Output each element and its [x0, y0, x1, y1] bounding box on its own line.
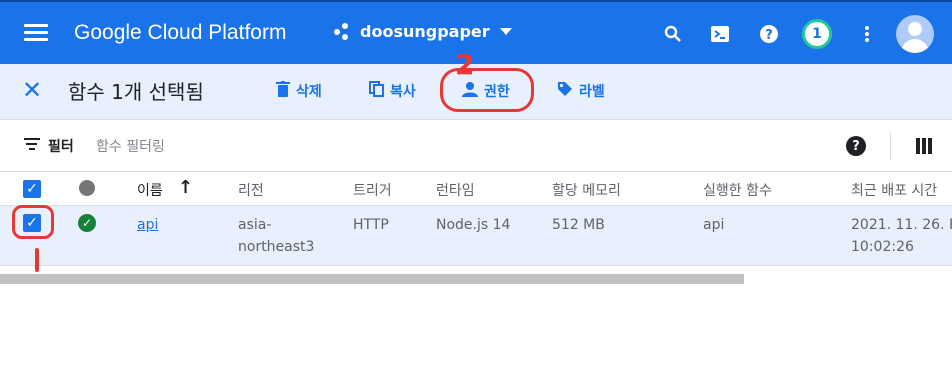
trash-icon — [276, 81, 290, 101]
region-line-1: asia- — [238, 217, 272, 233]
table-row[interactable]: ✓ api asia- northeast3 HTTP Node.js 14 5… — [0, 206, 952, 266]
labels-label: 라벨 — [579, 84, 605, 100]
filter-bar: 필터 함수 필터링 ? — [0, 120, 952, 172]
copy-icon — [369, 81, 384, 101]
column-header-region[interactable]: 리전 — [238, 180, 264, 200]
function-name-link[interactable]: api — [137, 214, 158, 236]
select-all-checkbox[interactable]: ✓ — [23, 180, 41, 198]
horizontal-scrollbar[interactable] — [0, 274, 744, 284]
column-header-executed-function[interactable]: 실행한 함수 — [703, 180, 772, 200]
status-header-icon — [79, 180, 95, 196]
copy-button[interactable]: 복사 — [369, 78, 416, 104]
labels-button[interactable]: 라벨 — [557, 78, 605, 104]
project-selector[interactable]: doosungpaper — [334, 22, 512, 41]
search-icon[interactable] — [661, 22, 685, 46]
label-tag-icon — [557, 81, 573, 101]
help-icon[interactable]: ? — [846, 136, 866, 156]
notification-badge[interactable]: 1 — [802, 19, 832, 49]
delete-label: 삭제 — [296, 84, 322, 100]
memory-cell: 512 MB — [552, 217, 605, 233]
menu-icon[interactable] — [24, 24, 48, 42]
table-header: ✓ 이름 리전 트리거 런타임 할당 메모리 실행한 함수 최근 배포 시간 — [0, 172, 952, 206]
svg-text:?: ? — [765, 28, 773, 43]
app-title[interactable]: Google Cloud Platform — [74, 21, 286, 45]
selection-action-bar: ✕ 함수 1개 선택됨 삭제 복사 권한 라벨 — [0, 64, 952, 120]
executed-function-cell: api — [703, 217, 725, 233]
column-header-trigger[interactable]: 트리거 — [353, 180, 392, 200]
column-header-last-deployed[interactable]: 최근 배포 시간 — [851, 180, 937, 200]
project-dots-icon — [334, 22, 352, 41]
check-circle-icon: ✓ — [78, 214, 96, 232]
column-header-memory[interactable]: 할당 메모리 — [552, 180, 621, 200]
runtime-cell: Node.js 14 — [436, 217, 511, 233]
deployed-line-1: 2021. 11. 26. P — [851, 217, 952, 233]
annotation-step-1 — [35, 248, 39, 272]
copy-label: 복사 — [390, 84, 416, 100]
help-icon[interactable]: ? — [757, 22, 781, 46]
region-cell: asia- northeast3 — [238, 214, 314, 258]
top-app-bar: Google Cloud Platform doosungpaper ? 1 — [0, 0, 952, 64]
terminal-icon[interactable] — [708, 22, 732, 46]
region-line-2: northeast3 — [238, 239, 315, 255]
trigger-cell: HTTP — [353, 217, 389, 233]
avatar[interactable] — [896, 15, 934, 53]
project-name: doosungpaper — [360, 22, 490, 41]
annotation-step-2: 2 — [455, 48, 475, 81]
deployed-line-2: 10:02:26 — [851, 239, 914, 255]
more-vert-icon[interactable] — [855, 22, 879, 46]
column-header-name[interactable]: 이름 — [137, 180, 163, 200]
filter-label[interactable]: 필터 — [48, 136, 74, 156]
toolbar-divider — [890, 132, 891, 160]
column-header-runtime[interactable]: 런타임 — [436, 180, 475, 200]
annotation-circle-checkbox — [12, 205, 54, 239]
delete-button[interactable]: 삭제 — [276, 78, 322, 104]
column-display-icon[interactable] — [916, 138, 932, 154]
chevron-down-icon — [499, 28, 512, 35]
filter-input[interactable]: 함수 필터링 — [96, 136, 165, 156]
close-icon[interactable]: ✕ — [20, 78, 44, 102]
filter-icon[interactable] — [24, 138, 40, 152]
last-deployed-cell: 2021. 11. 26. P 10:02:26 — [851, 214, 952, 258]
selection-title: 함수 1개 선택됨 — [68, 80, 204, 104]
arrow-up-icon[interactable]: ↑ — [178, 177, 193, 198]
